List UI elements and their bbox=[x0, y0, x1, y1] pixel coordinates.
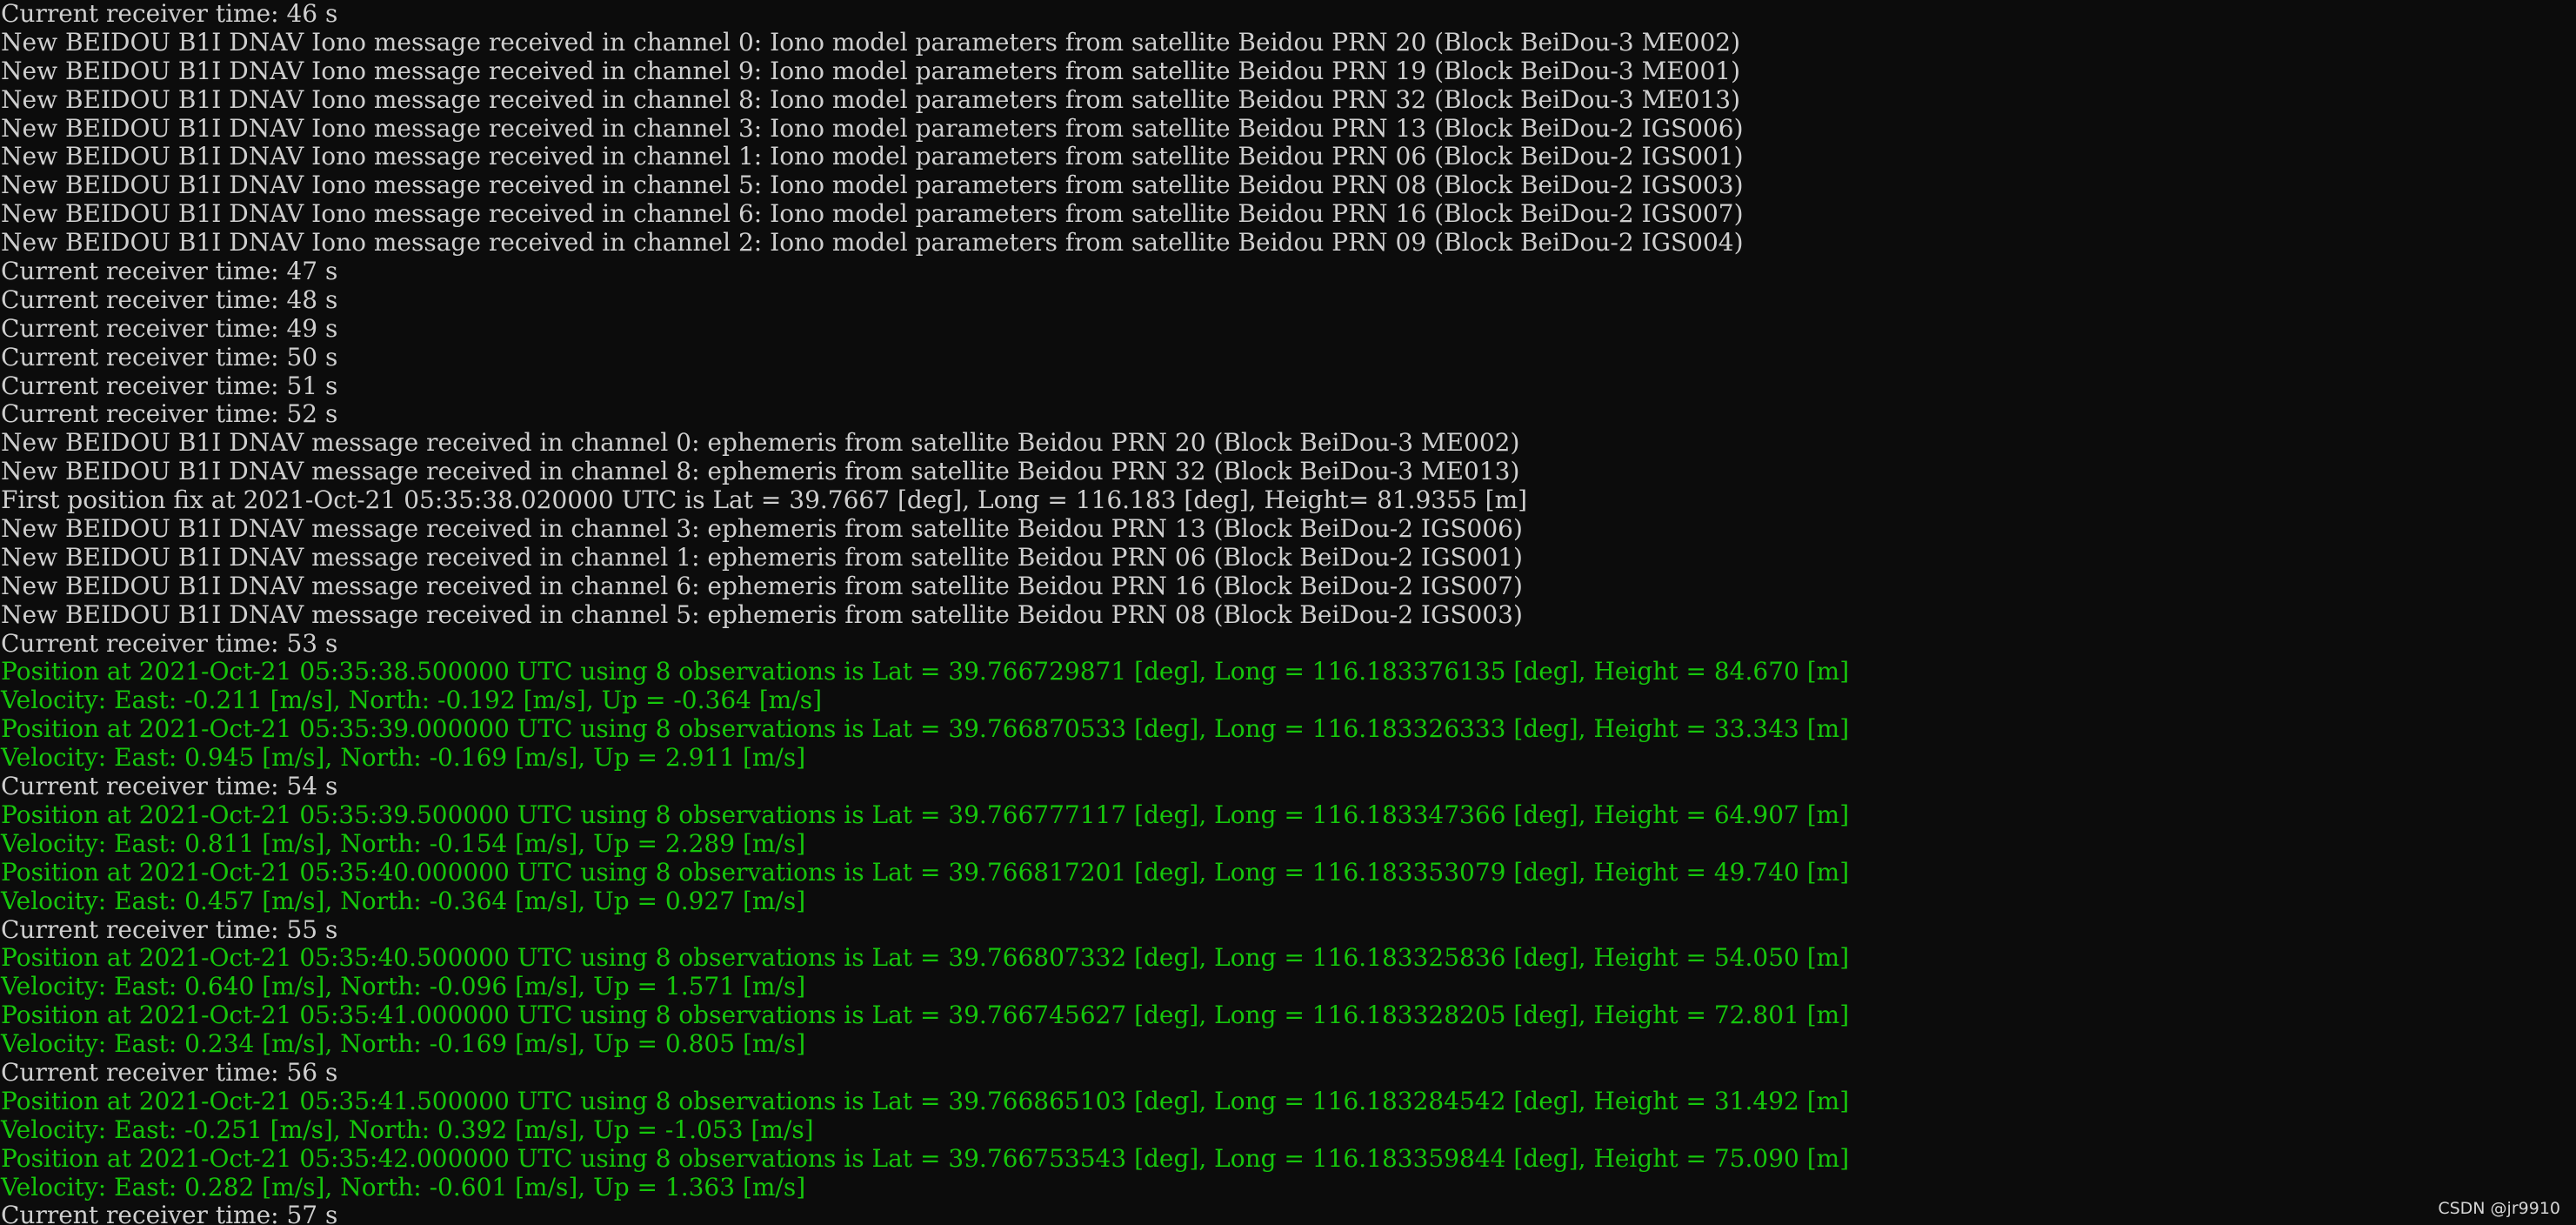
log-line: Current receiver time: 53 s bbox=[1, 628, 338, 658]
log-line: New BEIDOU B1I DNAV Iono message receive… bbox=[1, 27, 1741, 57]
velocity-line: Velocity: East: 0.457 [m/s], North: -0.3… bbox=[1, 886, 806, 915]
velocity-line: Velocity: East: 0.811 [m/s], North: -0.1… bbox=[1, 828, 806, 858]
log-line: New BEIDOU B1I DNAV Iono message receive… bbox=[1, 84, 1741, 114]
log-line: Current receiver time: 47 s bbox=[1, 257, 338, 286]
position-line: Position at 2021-Oct-21 05:35:40.000000 … bbox=[1, 857, 1850, 887]
velocity-line: Velocity: East: -0.211 [m/s], North: -0.… bbox=[1, 686, 823, 715]
position-line: Position at 2021-Oct-21 05:35:40.500000 … bbox=[1, 943, 1850, 973]
log-line: Current receiver time: 56 s bbox=[1, 1057, 338, 1087]
log-line: Current receiver time: 46 s bbox=[1, 0, 338, 28]
log-line: Current receiver time: 48 s bbox=[1, 284, 338, 314]
first-position-fix-line: First position fix at 2021-Oct-21 05:35:… bbox=[1, 485, 1528, 515]
log-line: Current receiver time: 55 s bbox=[1, 914, 338, 944]
velocity-line: Velocity: East: -0.251 [m/s], North: 0.3… bbox=[1, 1115, 814, 1144]
velocity-line: Velocity: East: 0.282 [m/s], North: -0.6… bbox=[1, 1172, 806, 1202]
log-line: New BEIDOU B1I DNAV message received in … bbox=[1, 514, 1523, 544]
log-line: New BEIDOU B1I DNAV Iono message receive… bbox=[1, 56, 1741, 85]
log-line: New BEIDOU B1I DNAV Iono message receive… bbox=[1, 228, 1744, 258]
log-line: Current receiver time: 51 s bbox=[1, 371, 338, 400]
log-line: Current receiver time: 54 s bbox=[1, 772, 338, 801]
position-line: Position at 2021-Oct-21 05:35:42.000000 … bbox=[1, 1143, 1850, 1173]
log-line: New BEIDOU B1I DNAV message received in … bbox=[1, 571, 1523, 600]
position-line: Position at 2021-Oct-21 05:35:39.500000 … bbox=[1, 800, 1850, 829]
log-line: Current receiver time: 50 s bbox=[1, 342, 338, 372]
log-line: Current receiver time: 57 s bbox=[1, 1201, 338, 1225]
log-line: New BEIDOU B1I DNAV message received in … bbox=[1, 599, 1523, 629]
log-line: Current receiver time: 52 s bbox=[1, 399, 338, 429]
log-line: New BEIDOU B1I DNAV Iono message receive… bbox=[1, 142, 1744, 171]
velocity-line: Velocity: East: 0.234 [m/s], North: -0.1… bbox=[1, 1029, 806, 1059]
log-line: New BEIDOU B1I DNAV message received in … bbox=[1, 428, 1520, 458]
log-line: New BEIDOU B1I DNAV Iono message receive… bbox=[1, 113, 1744, 143]
position-line: Position at 2021-Oct-21 05:35:38.500000 … bbox=[1, 657, 1850, 686]
position-line: Position at 2021-Oct-21 05:35:41.000000 … bbox=[1, 1001, 1850, 1030]
log-line: Current receiver time: 49 s bbox=[1, 313, 338, 343]
position-line: Position at 2021-Oct-21 05:35:39.000000 … bbox=[1, 714, 1850, 744]
velocity-line: Velocity: East: 0.945 [m/s], North: -0.1… bbox=[1, 743, 806, 773]
log-line: New BEIDOU B1I DNAV message received in … bbox=[1, 457, 1520, 486]
log-line: New BEIDOU B1I DNAV message received in … bbox=[1, 542, 1523, 572]
terminal-output[interactable]: Current receiver time: 46 s New BEIDOU B… bbox=[0, 0, 2576, 1225]
csdn-watermark: CSDN @jr9910 bbox=[2438, 1199, 2560, 1218]
log-line: New BEIDOU B1I DNAV Iono message receive… bbox=[1, 171, 1744, 200]
position-line: Position at 2021-Oct-21 05:35:41.500000 … bbox=[1, 1086, 1850, 1115]
log-line: New BEIDOU B1I DNAV Iono message receive… bbox=[1, 199, 1744, 229]
velocity-line: Velocity: East: 0.640 [m/s], North: -0.0… bbox=[1, 972, 806, 1001]
